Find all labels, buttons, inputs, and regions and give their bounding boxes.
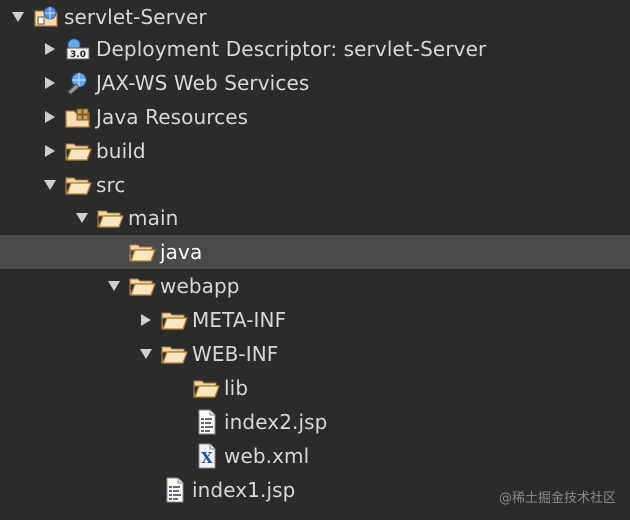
xml-file-icon: X xyxy=(192,443,220,469)
tree-item-index2-jsp[interactable]: index2.jsp xyxy=(0,405,630,439)
tree-item-meta-inf[interactable]: META-INF xyxy=(0,303,630,337)
tree-item-label: build xyxy=(96,139,146,163)
tree-item-label: webapp xyxy=(160,274,240,298)
xml-badge: X xyxy=(201,449,213,467)
tree-item-label: index2.jsp xyxy=(224,410,328,434)
folder-icon xyxy=(192,375,220,401)
folder-icon xyxy=(128,239,156,265)
folder-icon xyxy=(96,205,124,231)
tree-item-label: web.xml xyxy=(224,444,310,468)
tree-item-label: WEB-INF xyxy=(192,342,279,366)
collapsed-triangle-icon[interactable] xyxy=(40,107,60,127)
folder-icon xyxy=(64,138,92,164)
web-services-icon xyxy=(64,70,92,96)
tree-item-main[interactable]: main xyxy=(0,201,630,235)
expanded-triangle-icon[interactable] xyxy=(104,276,124,296)
tree-item-build[interactable]: build xyxy=(0,134,630,168)
tree-item-label: java xyxy=(160,240,203,264)
tree-item-lib[interactable]: lib xyxy=(0,371,630,405)
expanded-triangle-icon[interactable] xyxy=(72,208,92,228)
tree-item-java-resources[interactable]: Java Resources xyxy=(0,100,630,134)
project-explorer-tree: servlet-Server 3.0 Deployment Descriptor… xyxy=(0,0,630,520)
folder-icon xyxy=(64,172,92,198)
tree-item-label: JAX-WS Web Services xyxy=(96,71,310,95)
collapsed-triangle-icon[interactable] xyxy=(40,39,60,59)
tree-item-servlet-server[interactable]: servlet-Server xyxy=(0,0,630,34)
collapsed-triangle-icon[interactable] xyxy=(40,141,60,161)
tree-item-label: main xyxy=(128,206,179,230)
tree-item-label: lib xyxy=(224,376,249,400)
tree-item-deployment-descriptor[interactable]: 3.0 Deployment Descriptor: servlet-Serve… xyxy=(0,32,630,66)
tree-item-label: index1.jsp xyxy=(192,478,296,502)
expanded-triangle-icon[interactable] xyxy=(8,7,28,27)
tree-item-label: Java Resources xyxy=(96,105,249,129)
tree-item-label: servlet-Server xyxy=(64,5,207,29)
tree-item-jaxws-web-services[interactable]: JAX-WS Web Services xyxy=(0,66,630,100)
tree-item-web-xml[interactable]: X web.xml xyxy=(0,439,630,473)
tree-item-java[interactable]: java xyxy=(0,235,630,269)
jsp-file-icon xyxy=(192,409,220,435)
tree-item-label: src xyxy=(96,173,126,197)
tree-item-label: META-INF xyxy=(192,308,287,332)
java-resources-icon xyxy=(64,104,92,130)
web-project-icon xyxy=(32,4,60,30)
collapsed-triangle-icon[interactable] xyxy=(136,310,156,330)
folder-icon xyxy=(160,341,188,367)
tree-item-webapp[interactable]: webapp xyxy=(0,269,630,303)
folder-icon xyxy=(128,273,156,299)
collapsed-triangle-icon[interactable] xyxy=(40,73,60,93)
folder-icon xyxy=(160,307,188,333)
tree-item-src[interactable]: src xyxy=(0,168,630,202)
version-badge: 3.0 xyxy=(70,50,86,60)
watermark: @稀土掘金技术社区 xyxy=(498,491,616,506)
deployment-descriptor-icon: 3.0 xyxy=(64,36,92,62)
expanded-triangle-icon[interactable] xyxy=(40,175,60,195)
jsp-file-icon xyxy=(160,477,188,503)
expanded-triangle-icon[interactable] xyxy=(136,344,156,364)
tree-item-label: Deployment Descriptor: servlet-Server xyxy=(96,37,487,61)
tree-item-web-inf[interactable]: WEB-INF xyxy=(0,337,630,371)
